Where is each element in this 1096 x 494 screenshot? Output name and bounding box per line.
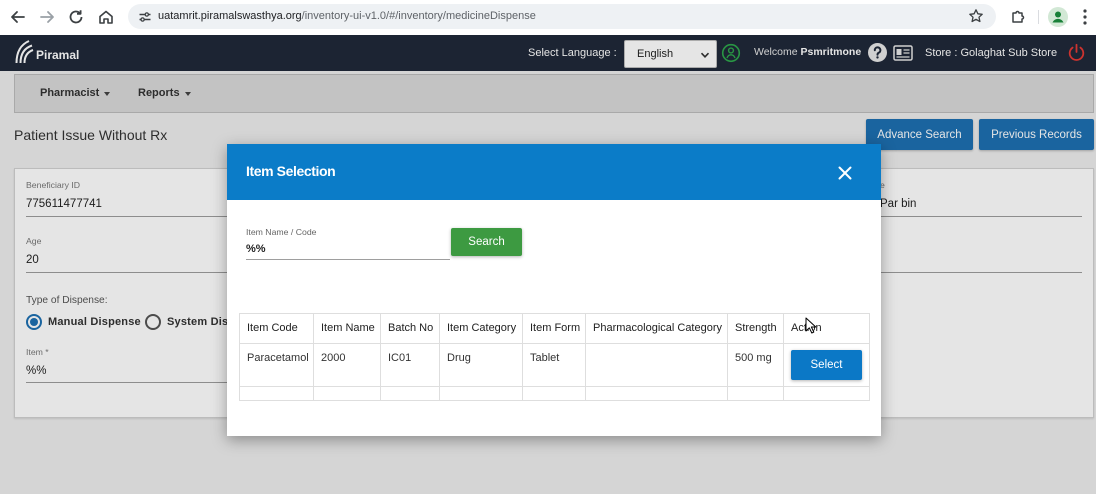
mouse-cursor-icon (805, 317, 817, 334)
puzzle-icon[interactable] (1010, 9, 1026, 25)
url-text[interactable]: uatamrit.piramalswasthya.org/inventory-u… (158, 10, 536, 23)
arrow-right-icon[interactable] (38, 8, 56, 26)
empty-cell (522, 386, 586, 401)
cell-batch-no: IC01 (380, 343, 440, 387)
column-header-item-form: Item Form (522, 313, 586, 344)
reload-icon[interactable] (67, 8, 85, 26)
column-header-item-code: Item Code (239, 313, 314, 344)
tune-icon[interactable] (138, 10, 152, 24)
dialog-header: Item Selection (227, 144, 881, 200)
more-vertical-icon[interactable] (1080, 8, 1090, 26)
item-search-input[interactable] (246, 242, 450, 260)
column-header-item-category: Item Category (439, 313, 523, 344)
star-icon[interactable] (968, 8, 984, 24)
cell-item-code: Paracetamol (239, 343, 314, 387)
empty-cell (313, 386, 381, 401)
url-host: uatamrit.piramalswasthya.org (158, 10, 302, 22)
empty-cell (727, 386, 784, 401)
cell-strength: 500 mg (727, 343, 784, 387)
arrow-left-icon[interactable] (9, 8, 27, 26)
cell-item-form: Tablet (522, 343, 586, 387)
column-header-action: Action (783, 313, 870, 344)
empty-cell (239, 386, 314, 401)
cell-item-category: Drug (439, 343, 523, 387)
column-header-strength: Strength (727, 313, 784, 344)
url-path: /inventory-ui-v1.0/#/inventory/medicineD… (301, 10, 536, 22)
profile-icon[interactable] (1048, 7, 1068, 27)
close-icon[interactable] (838, 166, 852, 180)
column-header-item-name: Item Name (313, 313, 381, 344)
column-header-pharmacological-category: Pharmacological Category (585, 313, 728, 344)
search-button[interactable]: Search (451, 228, 522, 256)
browser-toolbar: uatamrit.piramalswasthya.org/inventory-u… (0, 0, 1096, 35)
table-row: Paracetamol 2000 IC01 Drug Tablet 500 mg… (239, 343, 870, 387)
table-row-empty (239, 386, 870, 401)
item-table: Item Code Item Name Batch No Item Catego… (239, 313, 870, 401)
empty-cell (380, 386, 440, 401)
item-selection-dialog: Item Selection Item Name / Code Search I… (227, 144, 881, 436)
empty-cell (439, 386, 523, 401)
address-bar[interactable]: uatamrit.piramalswasthya.org/inventory-u… (128, 4, 996, 29)
cell-item-name: 2000 (313, 343, 381, 387)
empty-cell (783, 386, 870, 401)
empty-cell (585, 386, 728, 401)
dialog-title: Item Selection (246, 163, 336, 179)
column-header-batch-no: Batch No (380, 313, 440, 344)
table-header-row: Item Code Item Name Batch No Item Catego… (239, 313, 870, 344)
toolbar-divider (1038, 10, 1039, 24)
item-search-label: Item Name / Code (246, 227, 317, 237)
select-item-button[interactable]: Select (791, 350, 862, 380)
cell-action: Select (783, 343, 870, 387)
home-icon[interactable] (97, 8, 115, 26)
cell-pharmacological-category (585, 343, 728, 387)
